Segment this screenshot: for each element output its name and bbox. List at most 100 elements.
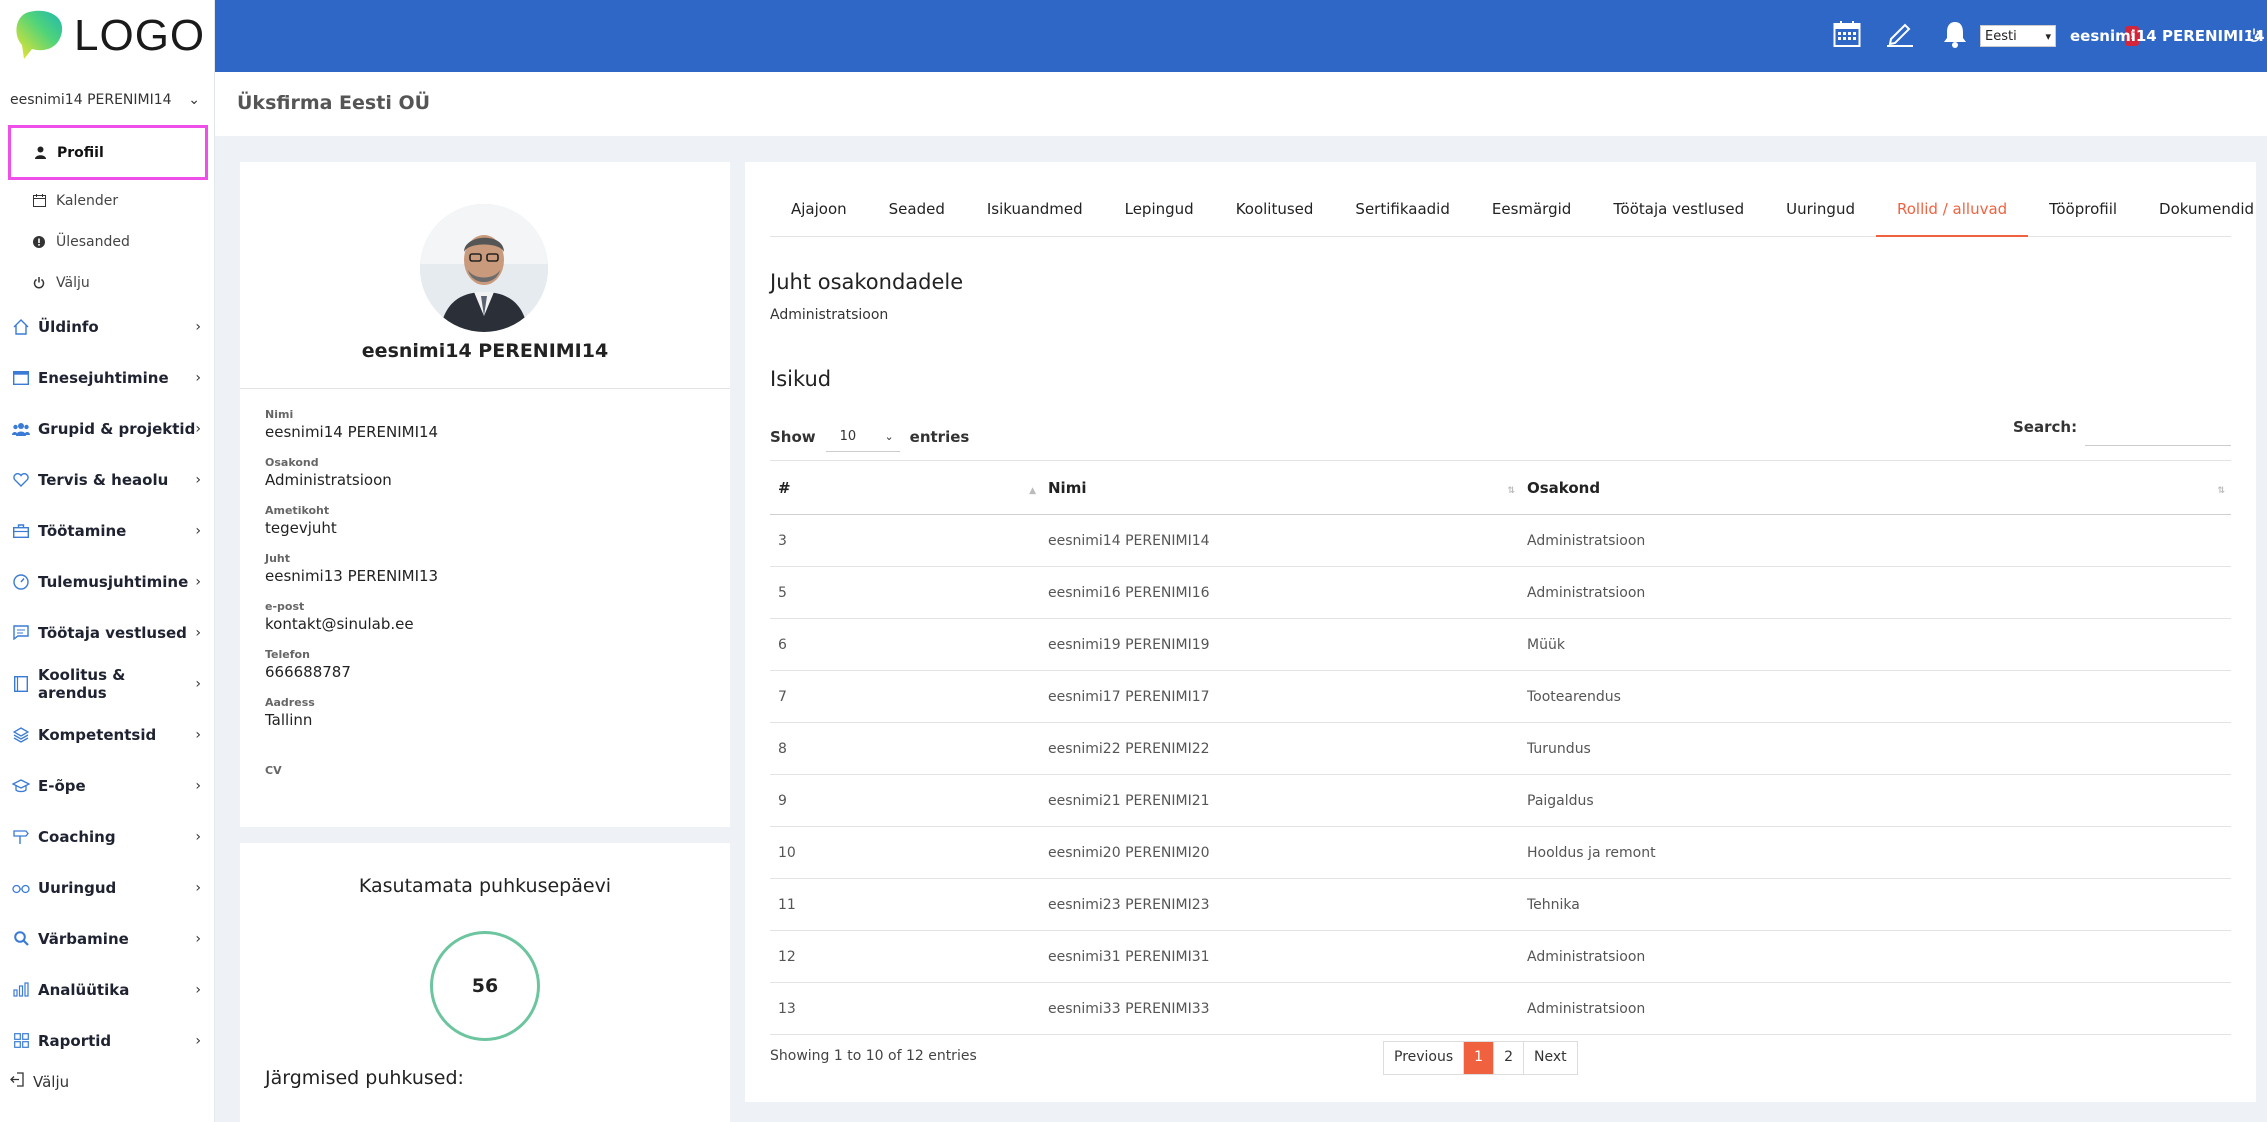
pagination-next[interactable]: Next <box>1524 1042 1577 1074</box>
cell-nimi: eesnimi17 PERENIMI17 <box>1048 688 1210 705</box>
cell-nimi: eesnimi16 PERENIMI16 <box>1048 584 1210 601</box>
logout-icon <box>10 1072 25 1091</box>
chevron-right-icon: › <box>195 828 201 845</box>
field-value[interactable]: kontakt@sinulab.ee <box>265 615 414 633</box>
menu-label: Raportid <box>38 1031 112 1050</box>
sort-asc-icon: ▲ <box>1029 485 1036 496</box>
logout-button[interactable]: Välju <box>10 1072 69 1091</box>
table-row[interactable]: 13 eesnimi33 PERENIMI33 Administratsioon <box>770 983 2231 1035</box>
cell-number: 7 <box>778 688 787 705</box>
submenu-item-profiil[interactable]: Profiil <box>8 125 208 180</box>
menu-item-koolitus[interactable]: Koolitus & arendus › <box>0 658 215 709</box>
menu-item-grupid[interactable]: Grupid & projektid › <box>0 403 215 454</box>
table-row[interactable]: 12 eesnimi31 PERENIMI31 Administratsioon <box>770 931 2231 983</box>
cell-nimi: eesnimi19 PERENIMI19 <box>1048 636 1210 653</box>
language-select[interactable]: Eesti ▾ <box>1980 25 2056 47</box>
chevron-right-icon: › <box>195 624 201 641</box>
menu-item-kompetentsid[interactable]: Kompetentsid › <box>0 709 215 760</box>
chevron-down-icon: ⌄ <box>884 430 894 443</box>
layers-icon <box>12 726 30 744</box>
submenu-label: Välju <box>56 274 90 291</box>
main-menu: Üldinfo › Enesejuhtimine › Grupid & projek… <box>0 301 215 1066</box>
tab-uuringud[interactable]: Uuringud <box>1765 192 1876 237</box>
calendar-icon <box>32 194 46 208</box>
persons-table: # ▲ Nimi ⇅ Osakond ⇅ 3 eesnimi14 PERENIMI14 A… <box>770 460 2231 1035</box>
submenu-label: Ülesanded <box>56 233 130 250</box>
page-length-select[interactable]: 10 ⌄ <box>825 422 900 452</box>
menu-item-coaching[interactable]: Coaching › <box>0 811 215 862</box>
search-label: Search: <box>2013 418 2078 436</box>
menu-item-uuringud[interactable]: Uuringud › <box>0 862 215 913</box>
menu-item-tulemusjuhtimine[interactable]: Tulemusjuhtimine › <box>0 556 215 607</box>
table-row[interactable]: 5 eesnimi16 PERENIMI16 Administratsioon <box>770 567 2231 619</box>
power-icon <box>32 276 46 290</box>
notifications-button[interactable] <box>1942 0 1968 72</box>
field-aadress: Aadress Tallinn <box>265 696 315 729</box>
tab-seaded[interactable]: Seaded <box>868 192 966 237</box>
tab-tootaja-vestlused[interactable]: Töötaja vestlused <box>1592 192 1765 237</box>
table-row[interactable]: 11 eesnimi23 PERENIMI23 Tehnika <box>770 879 2231 931</box>
table-row[interactable]: 6 eesnimi19 PERENIMI19 Müük <box>770 619 2231 671</box>
submenu-item-ulesanded[interactable]: Ülesanded <box>8 221 208 262</box>
calendar-button[interactable] <box>1833 0 1861 72</box>
table-row[interactable]: 7 eesnimi17 PERENIMI17 Tootearendus <box>770 671 2231 723</box>
chevron-right-icon: › <box>195 726 201 743</box>
tab-isikuandmed[interactable]: Isikuandmed <box>966 192 1104 237</box>
table-row[interactable]: 10 eesnimi20 PERENIMI20 Hooldus ja remont <box>770 827 2231 879</box>
tab-eesmargid[interactable]: Eesmärgid <box>1471 192 1592 237</box>
user-switcher[interactable]: eesnimi14 PERENIMI14 ⌄ <box>10 92 200 108</box>
sign-button[interactable] <box>1887 0 1917 72</box>
language-wrapper: Eesti ▾ <box>1980 0 2056 72</box>
page-header: Üksfirma Eesti OÜ <box>215 72 2267 136</box>
pagination-page-2[interactable]: 2 <box>1494 1042 1525 1074</box>
chat-icon <box>12 624 30 642</box>
avatar <box>420 204 548 332</box>
profile-card: eesnimi14 PERENIMI14 Nimi eesnimi14 PEREN… <box>240 162 730 827</box>
tab-tooprofiil[interactable]: Tööprofiil <box>2028 192 2138 237</box>
menu-item-analuutika[interactable]: Analüütika › <box>0 964 215 1015</box>
section-heading-juht: Juht osakondadele <box>770 270 964 294</box>
pagination-page-1[interactable]: 1 <box>1464 1042 1495 1074</box>
logo[interactable]: LOGO <box>0 0 214 72</box>
submenu-item-kalender[interactable]: Kalender <box>8 180 208 221</box>
menu-item-varbamine[interactable]: Värbamine › <box>0 913 215 964</box>
menu-item-enesejuhtimine[interactable]: Enesejuhtimine › <box>0 352 215 403</box>
menu-item-vestlused[interactable]: Töötaja vestlused › <box>0 607 215 658</box>
menu-item-tervis[interactable]: Tervis & heaolu › <box>0 454 215 505</box>
tab-dokumendid[interactable]: Dokumendid <box>2138 192 2267 237</box>
menu-item-uldinfo[interactable]: Üldinfo › <box>0 301 215 352</box>
chevron-right-icon: › <box>195 930 201 947</box>
column-header-osakond[interactable]: Osakond ⇅ <box>1521 479 2231 497</box>
tab-sertifikaadid[interactable]: Sertifikaadid <box>1334 192 1470 237</box>
field-label: CV <box>265 764 282 777</box>
cell-osakond: Administratsioon <box>1527 1000 1646 1017</box>
field-value: 666688787 <box>265 663 351 681</box>
table-row[interactable]: 9 eesnimi21 PERENIMI21 Paigaldus <box>770 775 2231 827</box>
tab-rollid-alluvad[interactable]: Rollid / alluvad <box>1876 192 2029 237</box>
cell-nimi: eesnimi21 PERENIMI21 <box>1048 792 1210 809</box>
menu-item-raportid[interactable]: Raportid › <box>0 1015 215 1066</box>
menu-item-e-ope[interactable]: E-õpe › <box>0 760 215 811</box>
table-row[interactable]: 3 eesnimi14 PERENIMI14 Administratsioon <box>770 515 2231 567</box>
tab-lepingud[interactable]: Lepingud <box>1104 192 1215 237</box>
entries-label: entries <box>909 428 970 446</box>
power-button[interactable] <box>2247 0 2261 72</box>
logo-mark-icon <box>12 9 68 63</box>
divider <box>240 388 730 389</box>
field-label: Osakond <box>265 456 319 469</box>
menu-item-tootamine[interactable]: Töötamine › <box>0 505 215 556</box>
column-header-number[interactable]: # ▲ <box>770 479 1042 497</box>
table-row[interactable]: 8 eesnimi22 PERENIMI22 Turundus <box>770 723 2231 775</box>
tab-koolitused[interactable]: Koolitused <box>1215 192 1335 237</box>
column-header-nimi[interactable]: Nimi ⇅ <box>1042 479 1521 497</box>
field-e-post: e-post kontakt@sinulab.ee <box>265 600 414 633</box>
pagination-previous[interactable]: Previous <box>1384 1042 1465 1074</box>
topbar-user-name[interactable]: eesnimi14 PERENIMI14 <box>2070 0 2265 72</box>
chevron-right-icon: › <box>195 471 201 488</box>
cell-number: 9 <box>778 792 787 809</box>
search-input[interactable] <box>2085 418 2232 446</box>
column-header-label: Osakond <box>1527 478 1601 497</box>
submenu-item-valju[interactable]: Välju <box>8 262 208 303</box>
tab-ajajoon[interactable]: Ajajoon <box>770 192 868 237</box>
logout-label: Välju <box>33 1072 70 1091</box>
